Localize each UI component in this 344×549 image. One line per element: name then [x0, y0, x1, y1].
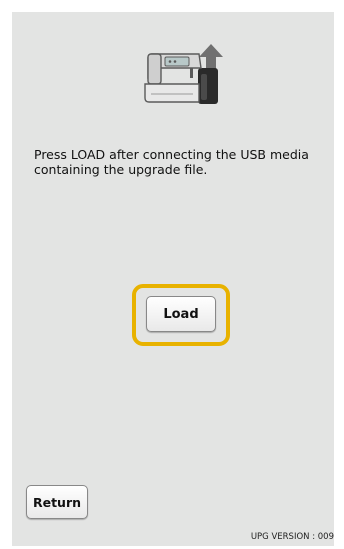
return-button[interactable]: Return — [26, 485, 88, 519]
sewing-machine-upgrade-icon — [144, 44, 223, 104]
instruction-message: Press LOAD after connecting the USB medi… — [34, 147, 309, 177]
load-button[interactable]: Load — [146, 296, 216, 332]
version-label: UPG VERSION : 009 — [250, 532, 334, 542]
upload-arrow-icon — [199, 44, 223, 72]
